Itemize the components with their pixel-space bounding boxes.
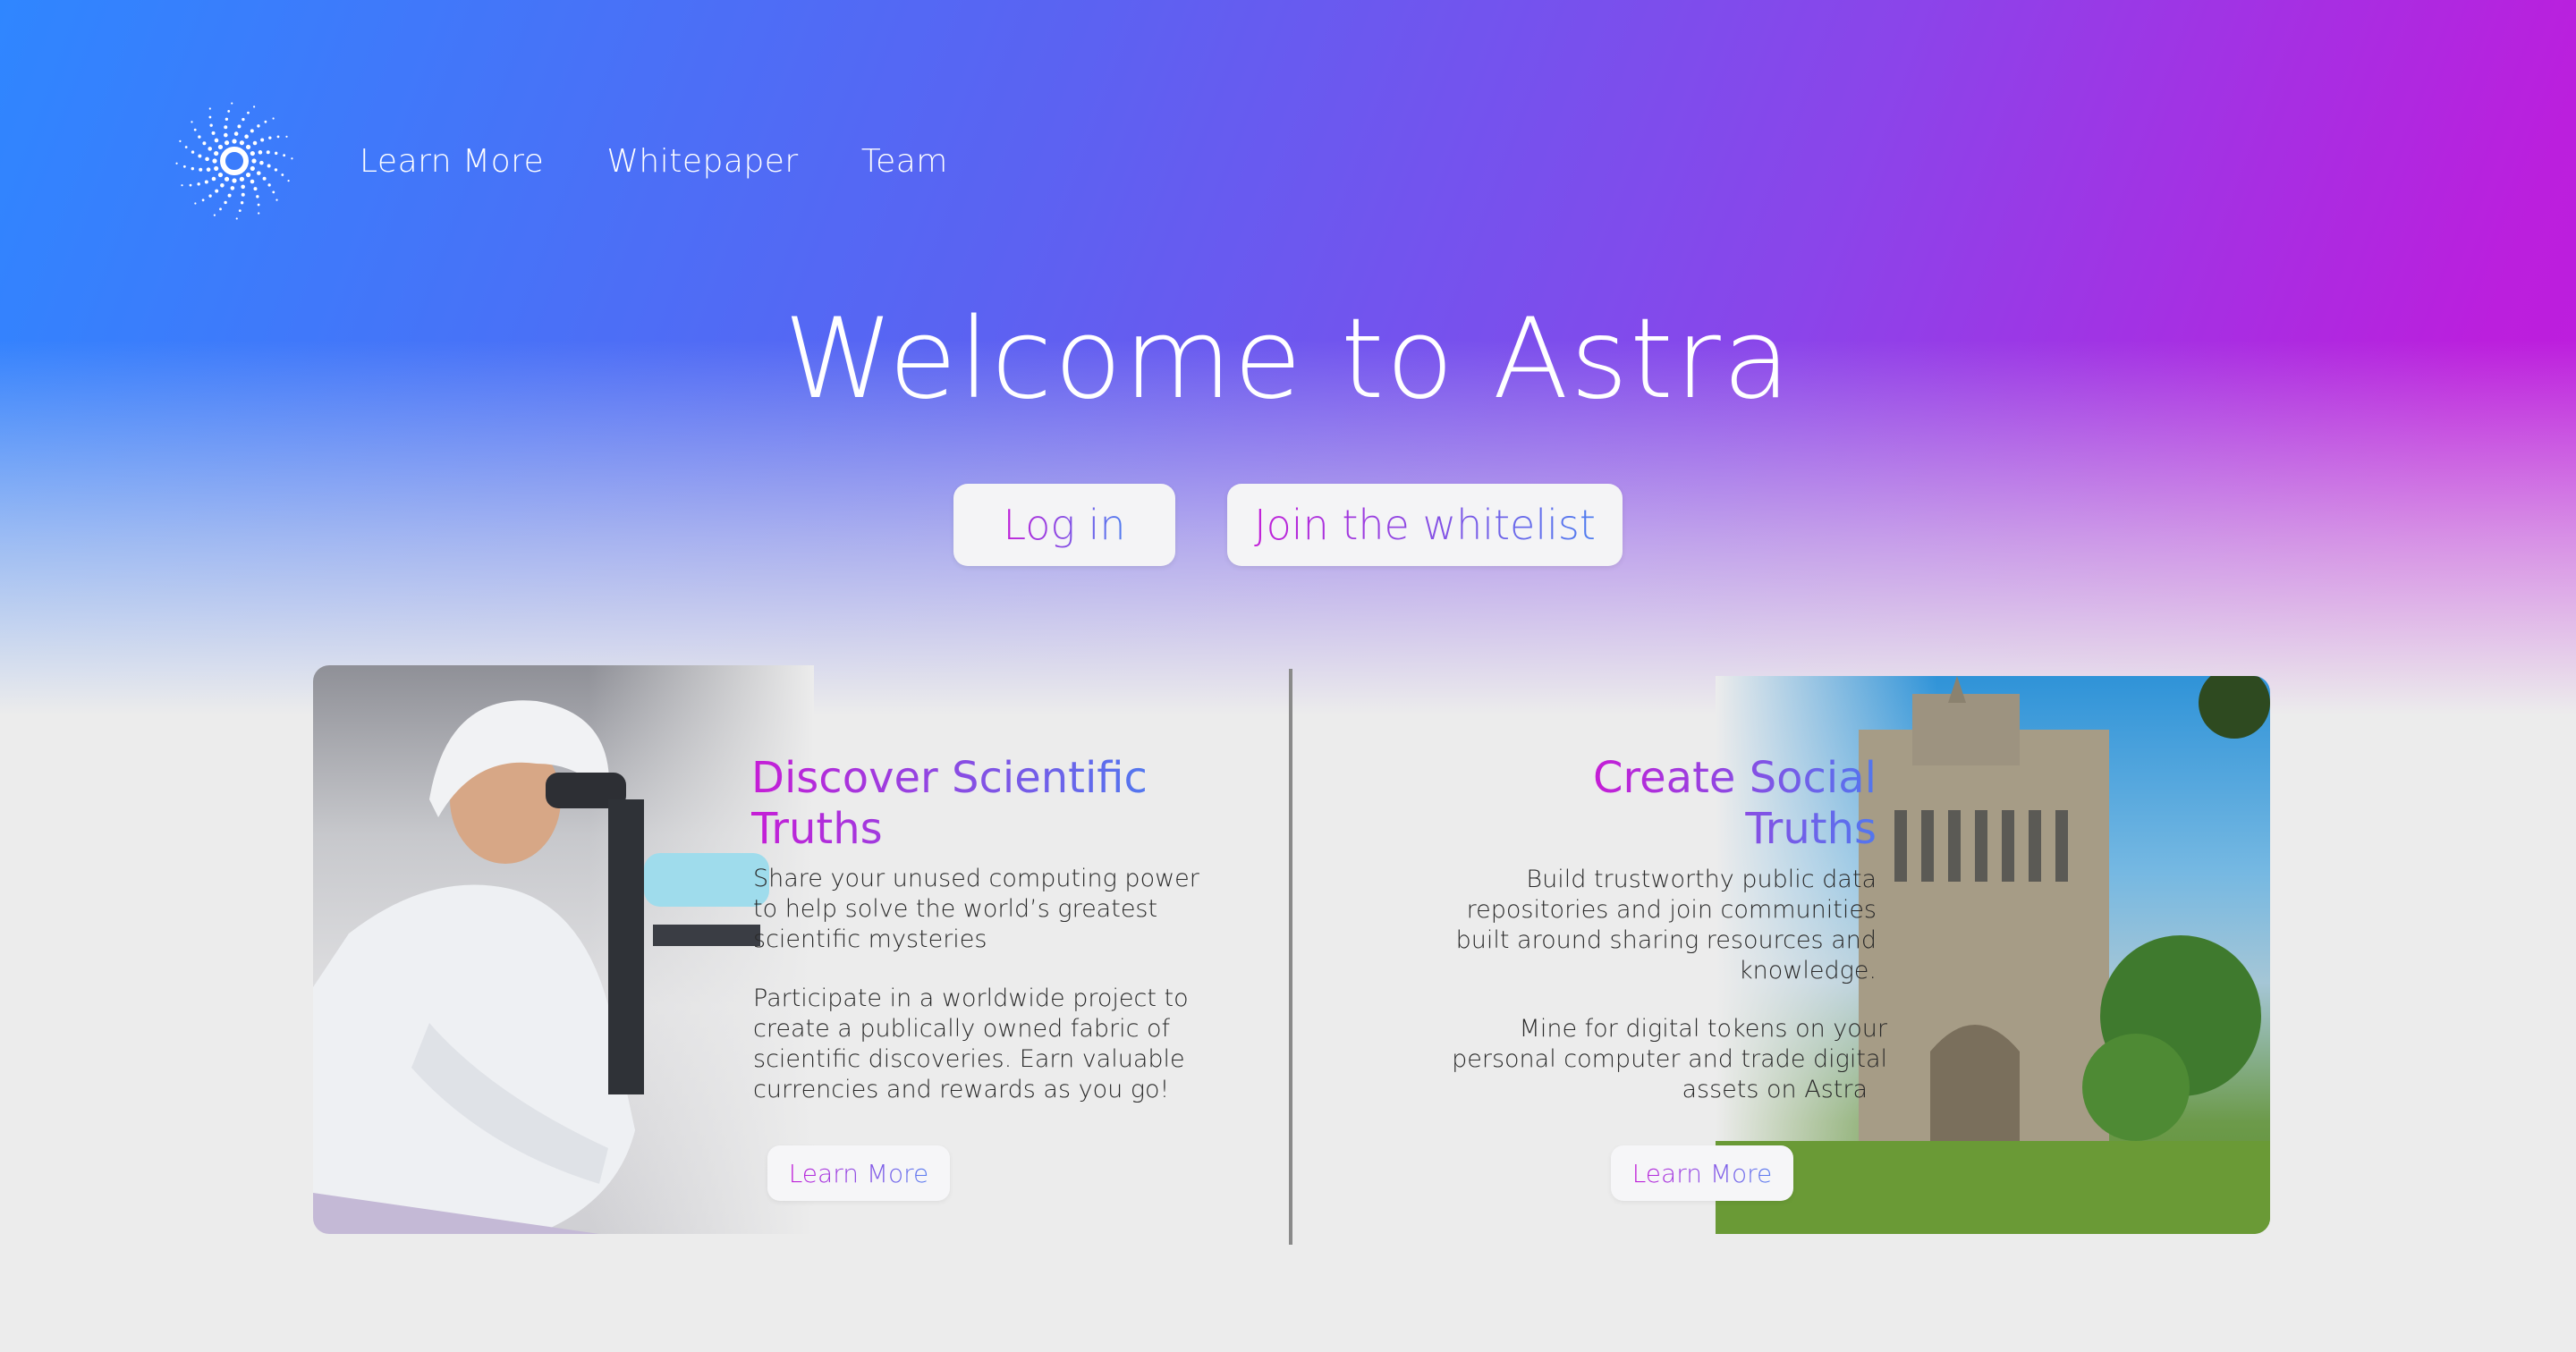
science-text-line: currencies and rewards as you go! [753, 1076, 1170, 1103]
social-text-line: Build trustworthy public data [1526, 866, 1877, 893]
social-text-line: repositories and join communities [1466, 896, 1877, 924]
join-whitelist-button[interactable]: Join the whitelist [1227, 484, 1623, 566]
science-learn-more-label: Learn More [788, 1158, 929, 1188]
scientist-with-microscope-photo [313, 665, 814, 1234]
nav-learn-more[interactable]: Learn More [360, 143, 544, 180]
science-card-title: Discover Scientific Truths [751, 753, 1148, 855]
login-button[interactable]: Log in [953, 484, 1175, 566]
login-button-label: Log in [1003, 501, 1126, 549]
science-learn-more-button[interactable]: Learn More [767, 1145, 950, 1201]
social-learn-more-label: Learn More [1631, 1158, 1773, 1188]
nav-team[interactable]: Team [861, 143, 948, 180]
science-text-line: create a publically owned fabric of [753, 1015, 1171, 1043]
social-card-title: Create Social Truths [1593, 753, 1877, 855]
social-learn-more-button[interactable]: Learn More [1611, 1145, 1793, 1201]
science-card-description: Share your unused computing power to hel… [753, 864, 1199, 1105]
social-text-line: personal computer and trade digital [1452, 1045, 1887, 1073]
science-card-title-line1: Discover Scientific [751, 753, 1148, 803]
social-text-line: built around sharing resources and [1455, 926, 1877, 954]
social-text-line: assets on Astra [1682, 1076, 1868, 1103]
top-nav: Learn More Whitepaper Team [170, 97, 948, 225]
social-text-line: Mine for digital tokens on your [1519, 1015, 1887, 1043]
science-text-line: to help solve the world’s greatest [753, 895, 1158, 923]
page-title: Welcome to Astra [784, 295, 1792, 424]
social-card-title-line1: Create Social [1592, 753, 1877, 803]
card-divider [1289, 669, 1292, 1245]
social-card-title-line2: Truths [1745, 804, 1877, 854]
nav-whitepaper[interactable]: Whitepaper [606, 143, 798, 180]
science-card-title-line2: Truths [751, 804, 883, 854]
join-whitelist-button-label: Join the whitelist [1254, 501, 1596, 549]
science-text-line: scientific mysteries [753, 925, 987, 953]
social-card-description-1: Build trustworthy public data repositori… [1456, 865, 1877, 986]
science-text-line: scientific discoveries. Earn valuable [753, 1045, 1185, 1073]
science-card: Discover Scientific Truths Share your un… [313, 665, 1243, 1234]
science-text-line: Share your unused computing power [753, 865, 1199, 892]
social-card: Create Social Truths Build trustworthy p… [1302, 676, 2270, 1234]
social-text-line: knowledge. [1739, 957, 1877, 984]
science-text-line: Participate in a worldwide project to [753, 984, 1189, 1012]
social-card-description-2: Mine for digital tokens on your personal… [1452, 1014, 1887, 1105]
sunburst-logo-icon[interactable] [170, 97, 299, 225]
